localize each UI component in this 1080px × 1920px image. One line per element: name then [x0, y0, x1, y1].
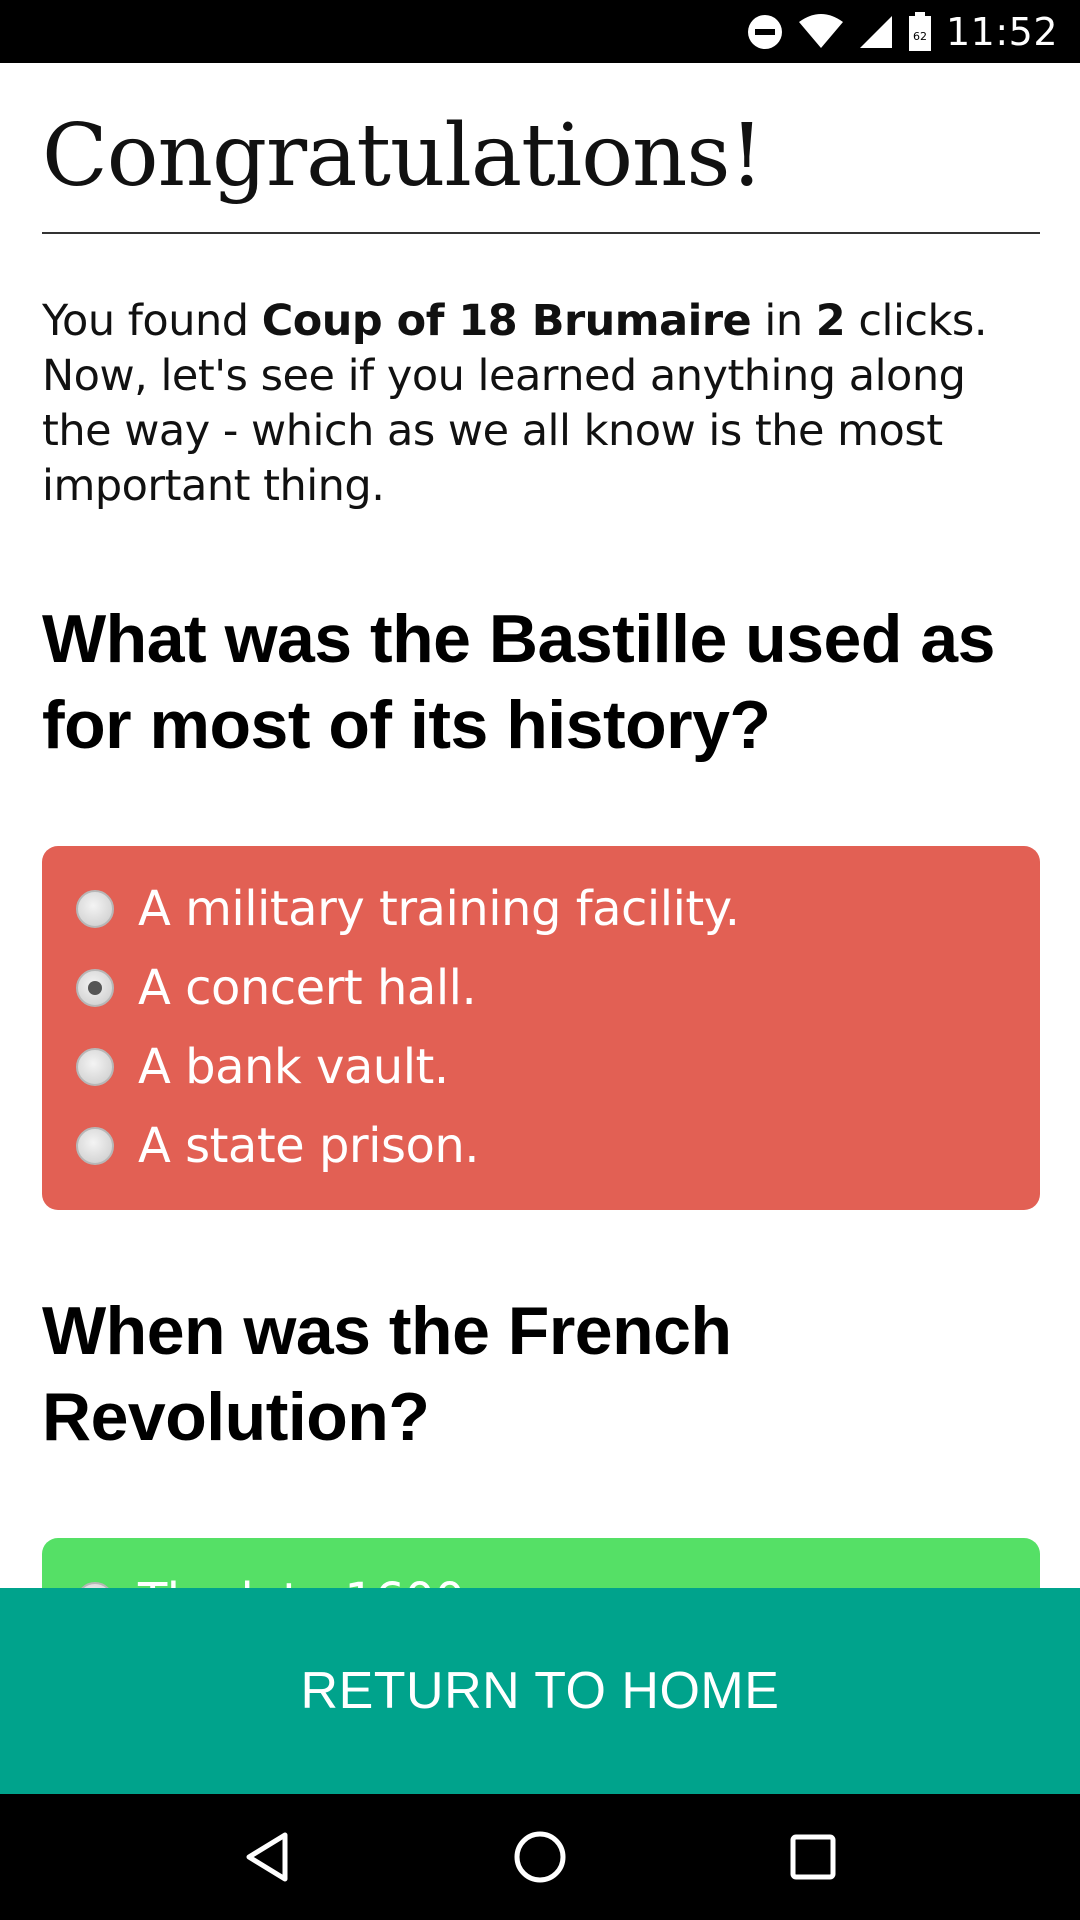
- status-bar: 62 11:52: [0, 0, 1080, 63]
- navigation-bar: [0, 1794, 1080, 1920]
- wifi-icon: [798, 13, 844, 50]
- page-title: Congratulations!: [42, 106, 764, 206]
- radio-button-selected[interactable]: [76, 969, 114, 1008]
- return-to-home-button[interactable]: RETURN TO HOME: [0, 1588, 1080, 1794]
- answer-option[interactable]: A state prison.: [76, 1107, 1040, 1186]
- answer-option[interactable]: A military training facility.: [76, 870, 1040, 949]
- do-not-disturb-icon: [746, 13, 784, 51]
- divider: [42, 231, 1040, 234]
- cell-signal-icon: [858, 14, 894, 50]
- click-count: 2: [815, 295, 846, 346]
- question-1-text: What was the Bastille used as for most o…: [42, 600, 995, 763]
- clock: 11:52: [945, 9, 1058, 54]
- question-1-answers: A military training facility. A concert …: [42, 845, 1040, 1210]
- recents-icon[interactable]: [773, 1817, 853, 1897]
- question-2-answers: The late 1600s.: [42, 1537, 1040, 1588]
- radio-button[interactable]: [76, 890, 114, 929]
- answer-option[interactable]: A bank vault.: [76, 1028, 1040, 1107]
- selected-dot: [88, 981, 102, 996]
- radio-button[interactable]: [76, 1127, 114, 1166]
- answer-label: A state prison.: [138, 1118, 480, 1175]
- battery-icon: 62: [908, 11, 932, 52]
- found-article-name: Coup of 18 Brumaire: [261, 295, 752, 346]
- svg-text:62: 62: [913, 30, 927, 43]
- answer-label: A military training facility.: [138, 881, 740, 938]
- intro-text: You found Coup of 18 Brumaire in 2 click…: [42, 295, 988, 511]
- answer-label: A bank vault.: [138, 1039, 449, 1096]
- back-icon[interactable]: [227, 1817, 307, 1897]
- answer-option[interactable]: The late 1600s.: [76, 1562, 1040, 1588]
- question-2-text: When was the French Revolution?: [42, 1292, 732, 1455]
- results-content[interactable]: Congratulations! You found Coup of 18 Br…: [0, 63, 1080, 1588]
- home-icon[interactable]: [500, 1817, 580, 1897]
- answer-option[interactable]: A concert hall.: [76, 949, 1040, 1028]
- radio-button[interactable]: [76, 1048, 114, 1087]
- answer-label: The late 1600s.: [138, 1573, 504, 1588]
- answer-label: A concert hall.: [138, 960, 477, 1017]
